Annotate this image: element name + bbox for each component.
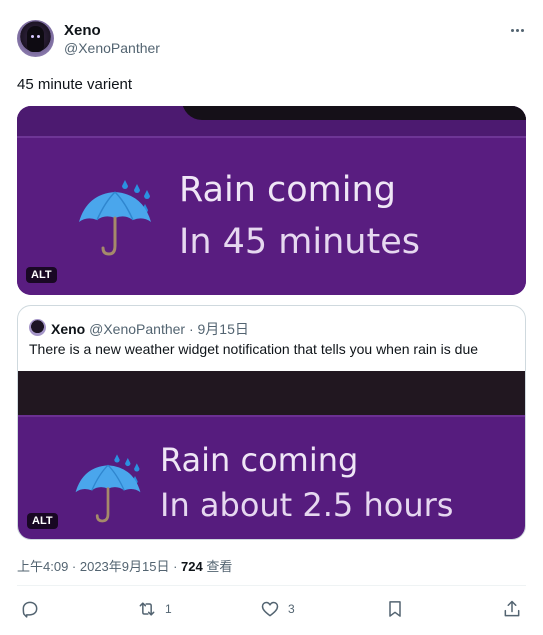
media-dark-region — [182, 106, 526, 120]
quote-media-image: Rain coming In about 2.5 hours ALT — [18, 371, 525, 539]
heart-icon — [261, 601, 279, 617]
retweet-icon — [139, 602, 155, 616]
quote-media-dark-band — [18, 371, 525, 415]
tweet: Xeno @XenoPanther 45 minute varient Rain… — [0, 0, 543, 635]
quote-author-handle: @XenoPanther — [89, 321, 186, 337]
share-button[interactable] — [502, 596, 522, 622]
bookmark-icon — [389, 601, 401, 617]
quote-notification-title: Rain coming — [160, 441, 359, 479]
views-count: 724 — [181, 559, 203, 574]
reply-button[interactable] — [20, 596, 48, 622]
tweet-text: 45 minute varient — [17, 76, 133, 93]
quote-avatar — [29, 319, 46, 336]
reply-icon — [22, 601, 38, 618]
like-count: 3 — [288, 602, 295, 616]
quote-header: Xeno @XenoPanther · 9月15日 — [51, 319, 249, 339]
action-bar: 1 3 — [0, 596, 543, 622]
quote-alt-badge[interactable]: ALT — [27, 513, 58, 529]
tweet-media-image[interactable]: Rain coming In 45 minutes ALT — [17, 106, 526, 295]
retweet-button[interactable]: 1 — [137, 596, 172, 622]
more-icon[interactable] — [506, 20, 528, 40]
avatar-eye — [37, 35, 40, 38]
author-name[interactable]: Xeno — [64, 22, 101, 39]
timestamp[interactable]: 上午4:09 · 2023年9月15日 · — [17, 559, 181, 574]
quote-notification-subtitle: In about 2.5 hours — [160, 486, 454, 524]
avatar-face — [27, 26, 44, 52]
umbrella-rain-icon — [75, 454, 141, 523]
alt-badge[interactable]: ALT — [26, 267, 57, 283]
quote-media-divider — [18, 415, 525, 417]
author-handle[interactable]: @XenoPanther — [64, 40, 160, 56]
divider — [17, 585, 526, 586]
quote-author-name: Xeno — [51, 321, 86, 337]
avatar[interactable] — [17, 20, 54, 57]
views-label: 查看 — [202, 559, 233, 574]
share-icon — [504, 600, 520, 617]
notification-subtitle: In 45 minutes — [179, 222, 420, 262]
umbrella-rain-icon — [79, 180, 151, 256]
tweet-meta: 上午4:09 · 2023年9月15日 · 724 查看 — [17, 556, 232, 575]
notification-title: Rain coming — [179, 170, 396, 210]
quote-tweet[interactable]: Xeno @XenoPanther · 9月15日 There is a new… — [17, 305, 526, 540]
like-button[interactable]: 3 — [260, 596, 295, 622]
bookmark-button[interactable] — [385, 596, 405, 622]
avatar-eye — [31, 35, 34, 38]
quote-date: · 9月15日 — [188, 321, 249, 337]
retweet-count: 1 — [165, 602, 172, 616]
quote-text: There is a new weather widget notificati… — [29, 341, 479, 357]
